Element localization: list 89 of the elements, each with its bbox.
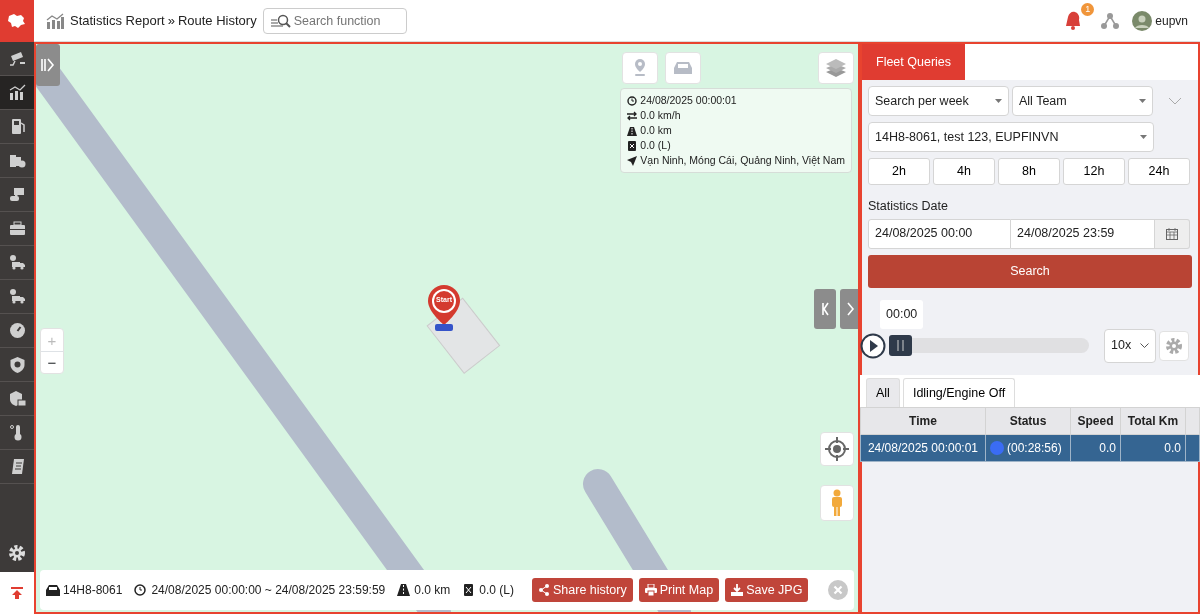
total-distance: 0.0 km — [414, 582, 451, 599]
column-header: Time — [860, 407, 986, 435]
road-icon — [397, 584, 412, 596]
vehicle-select[interactable]: 14H8-8061, test 123, EUPFINVN — [868, 122, 1154, 152]
print-map-button[interactable]: Print Map — [638, 577, 720, 603]
hour-range-button[interactable]: 4h — [933, 158, 995, 185]
team-select[interactable]: All Team — [1012, 86, 1153, 116]
search-icon — [270, 13, 291, 28]
hour-range-button[interactable]: 24h — [1128, 158, 1190, 185]
crosshair-icon — [825, 437, 849, 461]
navigation-arrow-icon — [627, 155, 638, 166]
clock-icon — [627, 95, 638, 106]
info-fuel: 0.0 (L) — [640, 138, 671, 153]
breadcrumb-separator: » — [167, 11, 175, 30]
save-jpg-button[interactable]: Save JPG — [725, 577, 809, 603]
hour-range-button[interactable]: 12h — [1063, 158, 1125, 185]
person-icon — [830, 489, 844, 517]
shield-icon — [8, 390, 26, 407]
calendar-button[interactable] — [1155, 218, 1190, 249]
start-date-field[interactable]: 24/08/2025 00:00 — [868, 218, 1011, 249]
slider-thumb[interactable] — [889, 335, 912, 356]
playback-time: 00:00 — [880, 299, 924, 329]
start-marker-icon — [426, 284, 462, 332]
period-select[interactable]: Search per week — [868, 86, 1009, 116]
panel-tab[interactable]: Fleet Queries — [862, 44, 966, 80]
up-arrow-icon — [11, 587, 23, 599]
info-time: 24/08/2025 00:00:01 — [640, 93, 737, 108]
truck-icon — [8, 254, 26, 271]
time-range: 24/08/2025 00:00:00 ~ 24/08/2025 23:59:59 — [151, 582, 386, 599]
download-icon — [731, 584, 744, 596]
date-label: Statistics Date — [868, 198, 949, 215]
vehicle-plate: 14H8-8061 — [63, 582, 123, 599]
table-cell: 0.0 — [1120, 434, 1186, 462]
notification-count: 1 — [1081, 2, 1095, 16]
shield-icon — [8, 356, 26, 373]
settings-icon — [1165, 336, 1183, 355]
locate-button[interactable] — [820, 432, 854, 466]
location-pin-icon — [634, 59, 646, 77]
boxes-icon — [8, 152, 26, 169]
clock-icon — [134, 584, 149, 596]
share-history-button[interactable]: Share history — [532, 577, 633, 603]
gauge-icon — [8, 322, 26, 339]
chart-icon — [46, 12, 64, 29]
breadcrumb-link[interactable]: Statistics Report — [70, 10, 165, 31]
chat-icon — [8, 186, 26, 203]
info-distance: 0.0 km — [640, 123, 672, 138]
dropdown-caret-icon — [1140, 135, 1147, 139]
settings-icon — [8, 544, 26, 562]
total-fuel: 0.0 (L) — [479, 582, 514, 599]
column-header: Status — [985, 407, 1071, 435]
logo[interactable] — [0, 0, 34, 42]
sidebar-item[interactable] — [0, 76, 34, 110]
filter-tab[interactable]: All — [866, 377, 900, 408]
toolbox-icon — [8, 220, 26, 237]
calendar-icon — [1166, 227, 1178, 240]
filter-tab[interactable]: Idling/Engine Off — [902, 377, 1016, 408]
scroll-top-button[interactable] — [0, 572, 34, 614]
network-icon[interactable] — [1100, 11, 1121, 30]
zoom-out-button[interactable]: − — [41, 351, 63, 373]
swap-arrows-icon — [627, 110, 638, 121]
dropdown-caret-icon — [1139, 99, 1146, 103]
chart-icon — [8, 84, 26, 101]
layers-icon — [825, 58, 847, 78]
camera-icon — [8, 50, 26, 67]
user-name[interactable]: eupvn — [1155, 11, 1188, 30]
map-logo-icon — [7, 12, 27, 29]
chevron-down-icon — [1140, 343, 1149, 348]
playback-speed-select[interactable]: 10x — [1104, 328, 1156, 363]
end-date-field[interactable]: 24/08/2025 23:59 — [1011, 218, 1155, 249]
column-header: Total Km — [1120, 407, 1186, 435]
road-icon — [627, 125, 638, 136]
layers-button[interactable] — [818, 52, 854, 84]
truck-icon — [8, 288, 26, 305]
dropdown-caret-icon — [995, 99, 1002, 103]
share-icon — [538, 584, 550, 596]
hour-range-button[interactable]: 8h — [998, 158, 1060, 185]
printer-icon — [644, 584, 657, 596]
info-address: Vạn Ninh, Móng Cái, Quảng Ninh, Việt Nam — [640, 153, 845, 168]
breadcrumb-current: Route History — [177, 11, 257, 30]
hour-range-button[interactable]: 2h — [868, 158, 930, 185]
info-speed: 0.0 km/h — [640, 108, 681, 123]
search-button[interactable]: Search — [868, 254, 1192, 288]
table-row[interactable]: 24/08/2025 00:00:01 (00:28:56) 0.0 0.0 — [860, 434, 1200, 462]
table-cell: 24/08/2025 00:00:01 — [860, 434, 986, 462]
play-icon[interactable] — [860, 332, 886, 359]
column-header: Speed — [1070, 407, 1121, 435]
search-field[interactable]: Search function — [262, 7, 407, 34]
table-cell: (00:28:56) — [1007, 441, 1062, 456]
avatar-icon[interactable] — [1132, 10, 1153, 31]
